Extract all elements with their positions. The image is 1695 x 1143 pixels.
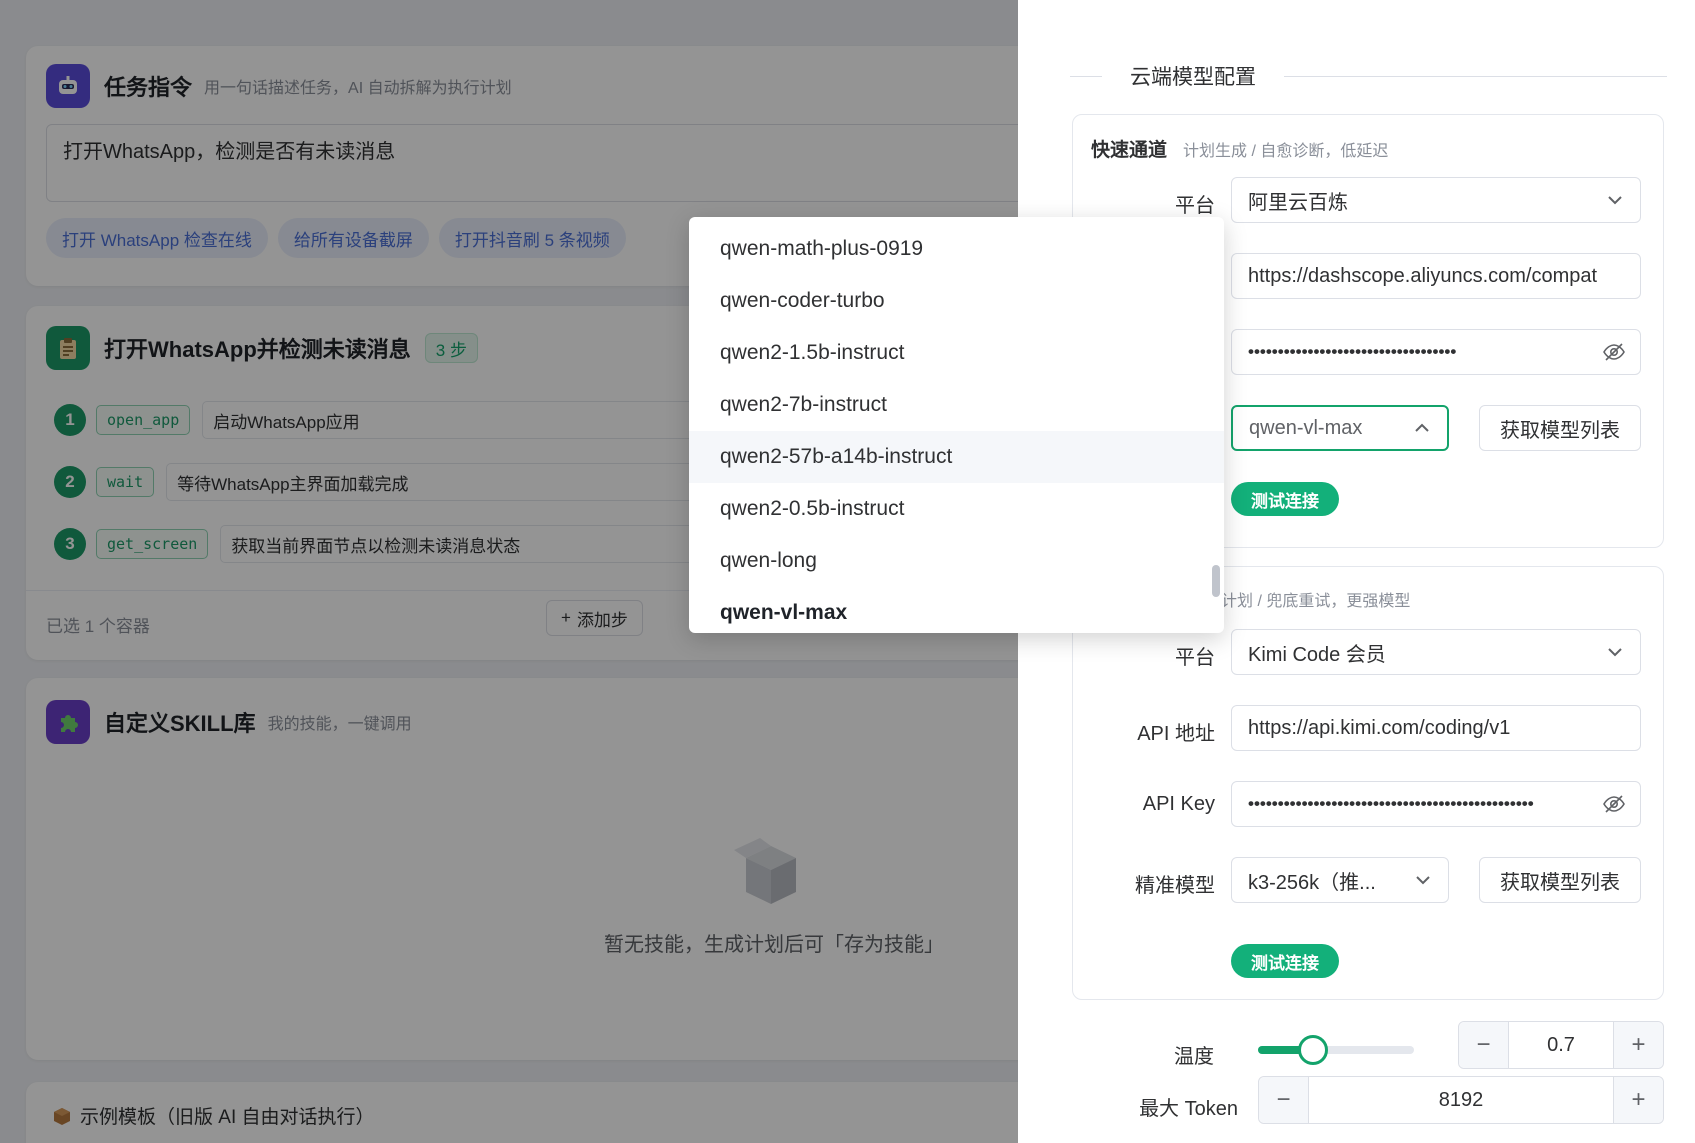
fast-channel-subtitle: 计划生成 / 自愈诊断，低延迟 [1183, 143, 1389, 160]
precise-model-select[interactable]: k3-256k（推... [1231, 857, 1449, 903]
divider [1070, 75, 1102, 77]
eye-off-icon[interactable] [1602, 792, 1626, 816]
fast-api-url-input[interactable]: https://dashscope.aliyuncs.com/compat [1231, 253, 1641, 299]
temperature-slider-handle[interactable] [1297, 1035, 1328, 1065]
precise-api-url-value: https://api.kimi.com/coding/v1 [1248, 716, 1511, 739]
precise-model-label: 精准模型 [1135, 875, 1215, 897]
dropdown-scrollbar[interactable] [1212, 565, 1220, 597]
model-option[interactable]: qwen2-1.5b-instruct [689, 327, 1224, 379]
chevron-down-icon [1416, 876, 1430, 885]
eye-off-icon[interactable] [1602, 340, 1626, 364]
max-token-stepper: − 8192 + [1258, 1076, 1664, 1124]
temperature-label: 温度 [1174, 1046, 1214, 1068]
fast-model-value: qwen-vl-max [1249, 416, 1363, 439]
plus-icon[interactable]: + [1613, 1077, 1663, 1123]
model-option[interactable]: qwen-math-plus-0919 [689, 223, 1224, 275]
model-dropdown: qwen-math-plus-0919 qwen-coder-turbo qwe… [689, 217, 1224, 633]
model-option[interactable]: qwen-long [689, 535, 1224, 587]
api-key-label: API Key [1142, 793, 1215, 815]
fast-channel-title: 快速通道 [1091, 140, 1168, 161]
api-url-label: API 地址 [1137, 723, 1215, 745]
fast-platform-select[interactable]: 阿里云百炼 [1231, 177, 1641, 223]
model-option[interactable]: qwen2-0.5b-instruct [689, 483, 1224, 535]
minus-icon[interactable]: − [1459, 1022, 1509, 1068]
model-option-selected[interactable]: qwen-vl-max [689, 587, 1224, 633]
precise-test-connection-button[interactable]: 测试连接 [1231, 944, 1339, 978]
fast-model-select[interactable]: qwen-vl-max [1231, 405, 1449, 451]
fast-test-connection-button[interactable]: 测试连接 [1231, 482, 1339, 516]
temperature-slider[interactable] [1258, 1035, 1414, 1065]
precise-platform-value: Kimi Code 会员 [1248, 643, 1386, 666]
precise-channel-subtitle: 度计划 / 兜底重试，更强模型 [1205, 593, 1411, 610]
chevron-down-icon [1608, 648, 1622, 657]
model-option-hovered[interactable]: qwen2-57b-a14b-instruct [689, 431, 1224, 483]
precise-platform-select[interactable]: Kimi Code 会员 [1231, 629, 1641, 675]
precise-fetch-models-button[interactable]: 获取模型列表 [1479, 857, 1641, 903]
precise-api-url-input[interactable]: https://api.kimi.com/coding/v1 [1231, 705, 1641, 751]
fast-platform-value: 阿里云百炼 [1248, 191, 1348, 214]
fast-api-url-value: https://dashscope.aliyuncs.com/compat [1248, 264, 1598, 287]
temperature-value[interactable]: 0.7 [1509, 1022, 1613, 1068]
model-option[interactable]: qwen2-7b-instruct [689, 379, 1224, 431]
minus-icon[interactable]: − [1259, 1077, 1309, 1123]
max-token-label: 最大 Token [1139, 1098, 1238, 1120]
max-token-value[interactable]: 8192 [1309, 1077, 1613, 1123]
platform-label: 平台 [1175, 647, 1215, 669]
chevron-down-icon [1608, 196, 1622, 205]
model-option[interactable]: qwen-coder-turbo [689, 275, 1224, 327]
temperature-stepper: − 0.7 + [1458, 1021, 1664, 1069]
chevron-up-icon [1415, 423, 1429, 432]
fast-fetch-models-button[interactable]: 获取模型列表 [1479, 405, 1641, 451]
section-title-text: 云端模型配置 [1130, 66, 1256, 89]
plus-icon[interactable]: + [1613, 1022, 1663, 1068]
section-title: 云端模型配置 [1070, 56, 1695, 96]
precise-api-key-value: ••••••••••••••••••••••••••••••••••••••••… [1248, 794, 1534, 813]
precise-api-key-input[interactable]: ••••••••••••••••••••••••••••••••••••••••… [1231, 781, 1641, 827]
fast-api-key-input[interactable]: ••••••••••••••••••••••••••••••••••• [1231, 329, 1641, 375]
divider [1284, 75, 1667, 77]
platform-label: 平台 [1175, 195, 1215, 217]
precise-model-value: k3-256k（推... [1248, 871, 1376, 894]
fast-api-key-value: ••••••••••••••••••••••••••••••••••• [1248, 342, 1457, 361]
